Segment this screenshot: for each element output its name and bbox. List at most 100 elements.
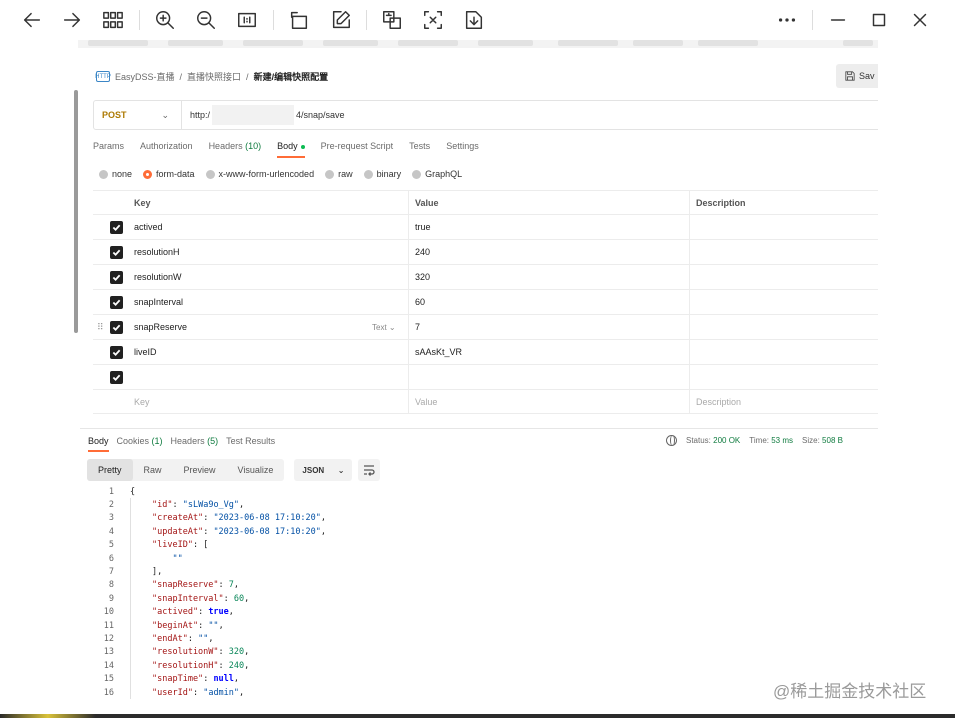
code-line: 15 "snapTime": null, bbox=[80, 672, 878, 685]
code-text: "createAt": "2023-06-08 17:10:20", bbox=[152, 513, 327, 524]
globe-icon[interactable] bbox=[666, 435, 677, 446]
ocr-icon[interactable] bbox=[421, 8, 445, 32]
radio-raw[interactable]: raw bbox=[325, 169, 353, 179]
row-key[interactable]: resolutionW bbox=[134, 272, 182, 282]
more-icon[interactable] bbox=[775, 8, 799, 32]
actual-size-icon[interactable] bbox=[235, 8, 259, 32]
cookies-count: (1) bbox=[151, 436, 163, 446]
chevron-down-icon: ⌄ bbox=[337, 465, 345, 475]
code-text: "actived": true, bbox=[152, 607, 234, 618]
close-icon[interactable] bbox=[908, 8, 932, 32]
edit-icon[interactable] bbox=[329, 8, 353, 32]
new-description-input[interactable]: Description bbox=[696, 397, 741, 407]
code-line: 4 "updateAt": "2023-06-08 17:10:20", bbox=[80, 525, 878, 538]
code-line: 13 "resolutionW": 320, bbox=[80, 646, 878, 659]
tab-tests[interactable]: Tests bbox=[409, 141, 430, 158]
code-line: 7], bbox=[80, 565, 878, 578]
table-row: snapInterval 60 bbox=[93, 290, 878, 315]
new-key-input[interactable]: Key bbox=[134, 397, 150, 407]
back-arrow-icon[interactable] bbox=[20, 8, 44, 32]
download-icon[interactable] bbox=[462, 8, 486, 32]
pane-divider[interactable] bbox=[80, 428, 878, 429]
row-checkbox[interactable] bbox=[110, 295, 123, 309]
save-button[interactable]: Sav bbox=[836, 64, 878, 88]
translate-icon[interactable] bbox=[380, 8, 404, 32]
line-number: 11 bbox=[103, 620, 114, 631]
row-checkbox[interactable] bbox=[110, 245, 123, 259]
row-type-select[interactable]: Text ⌄ bbox=[372, 323, 396, 332]
row-key[interactable]: snapInterval bbox=[134, 297, 183, 307]
checkmark-icon bbox=[112, 349, 121, 356]
view-raw[interactable]: Raw bbox=[133, 459, 173, 481]
time-value: 53 ms bbox=[771, 436, 794, 445]
row-key[interactable]: liveID bbox=[134, 347, 157, 357]
line-number: 15 bbox=[103, 674, 114, 685]
row-value[interactable]: true bbox=[415, 222, 431, 232]
drag-handle-icon[interactable]: ⠿ bbox=[97, 322, 104, 333]
view-pretty[interactable]: Pretty bbox=[87, 459, 133, 481]
row-checkbox[interactable] bbox=[110, 270, 123, 284]
row-value[interactable]: 240 bbox=[415, 247, 430, 257]
row-checkbox[interactable] bbox=[110, 345, 123, 359]
code-text: "beginAt": "", bbox=[152, 620, 224, 631]
table-row-empty bbox=[93, 365, 878, 390]
format-select[interactable]: JSON ⌄ bbox=[294, 459, 353, 481]
row-value[interactable]: 320 bbox=[415, 272, 430, 282]
tab-cookies[interactable]: Cookies (1) bbox=[117, 436, 163, 452]
vertical-scrollbar[interactable] bbox=[74, 90, 78, 333]
radio-binary[interactable]: binary bbox=[363, 169, 401, 179]
url-input[interactable]: http:/ 4/snap/save bbox=[182, 105, 345, 125]
tab-settings[interactable]: Settings bbox=[446, 141, 479, 158]
code-text: "endAt": "", bbox=[152, 633, 214, 644]
row-value[interactable]: 7 bbox=[415, 322, 420, 332]
row-checkbox[interactable] bbox=[110, 320, 123, 334]
breadcrumb-item-request[interactable]: 新建/编辑快照配置 bbox=[254, 70, 329, 83]
row-checkbox[interactable] bbox=[110, 370, 123, 384]
row-checkbox[interactable] bbox=[110, 220, 123, 234]
minimize-icon[interactable] bbox=[826, 8, 850, 32]
size-value: 508 B bbox=[822, 436, 843, 445]
row-key[interactable]: resolutionH bbox=[134, 247, 180, 257]
row-key[interactable]: actived bbox=[134, 222, 163, 232]
tab-authorization[interactable]: Authorization bbox=[140, 141, 193, 158]
radio-graphql[interactable]: GraphQL bbox=[412, 169, 462, 179]
new-value-input[interactable]: Value bbox=[415, 397, 437, 407]
radio-form-data[interactable]: form-data bbox=[143, 169, 195, 179]
grid-view-icon[interactable] bbox=[101, 8, 125, 32]
tab-body[interactable]: Body bbox=[277, 141, 305, 158]
rotate-icon[interactable] bbox=[287, 8, 311, 32]
tab-headers[interactable]: Headers (10) bbox=[209, 141, 262, 158]
column-header-value: Value bbox=[415, 197, 439, 208]
row-value[interactable]: 60 bbox=[415, 297, 425, 307]
view-mode-group: Pretty Raw Preview Visualize bbox=[87, 459, 285, 481]
breadcrumb-item-folder[interactable]: 直播快照接口 bbox=[187, 70, 241, 83]
table-row: liveID sAAsKt_VR bbox=[93, 340, 878, 365]
code-line: 8 "snapReserve": 7, bbox=[80, 579, 878, 592]
code-line: 5 "liveID": [ bbox=[80, 539, 878, 552]
tab-response-headers[interactable]: Headers (5) bbox=[171, 436, 219, 452]
radio-x-www-form-urlencoded[interactable]: x-www-form-urlencoded bbox=[205, 169, 314, 179]
zoom-out-icon[interactable] bbox=[194, 8, 218, 32]
view-visualize[interactable]: Visualize bbox=[227, 459, 285, 481]
tab-response-body[interactable]: Body bbox=[88, 436, 109, 452]
view-preview[interactable]: Preview bbox=[173, 459, 227, 481]
table-row: resolutionW 320 bbox=[93, 265, 878, 290]
response-json[interactable]: 1{2 "id": "sLWa9o_Vg", 3 "createAt": "2023-… bbox=[80, 485, 878, 699]
code-line: 12 "endAt": "", bbox=[80, 632, 878, 645]
tab-test-results[interactable]: Test Results bbox=[226, 436, 275, 452]
url-suffix: 4/snap/save bbox=[296, 110, 345, 120]
maximize-icon[interactable] bbox=[867, 8, 891, 32]
zoom-in-icon[interactable] bbox=[153, 8, 177, 32]
code-text: "snapReserve": 7, bbox=[152, 580, 240, 591]
radio-none[interactable]: none bbox=[99, 169, 132, 179]
tab-prerequest-script[interactable]: Pre-request Script bbox=[321, 141, 394, 158]
table-row: actived true bbox=[93, 215, 878, 240]
forward-arrow-icon[interactable] bbox=[60, 8, 84, 32]
wrap-lines-button[interactable] bbox=[358, 459, 381, 481]
method-value: POST bbox=[102, 110, 127, 120]
breadcrumb-item-collection[interactable]: EasyDSS-直播 bbox=[115, 70, 175, 83]
method-select[interactable]: POST ⌄ bbox=[94, 101, 182, 129]
row-key[interactable]: snapReserve bbox=[134, 322, 187, 332]
tab-params[interactable]: Params bbox=[93, 141, 124, 158]
row-value[interactable]: sAAsKt_VR bbox=[415, 347, 462, 357]
